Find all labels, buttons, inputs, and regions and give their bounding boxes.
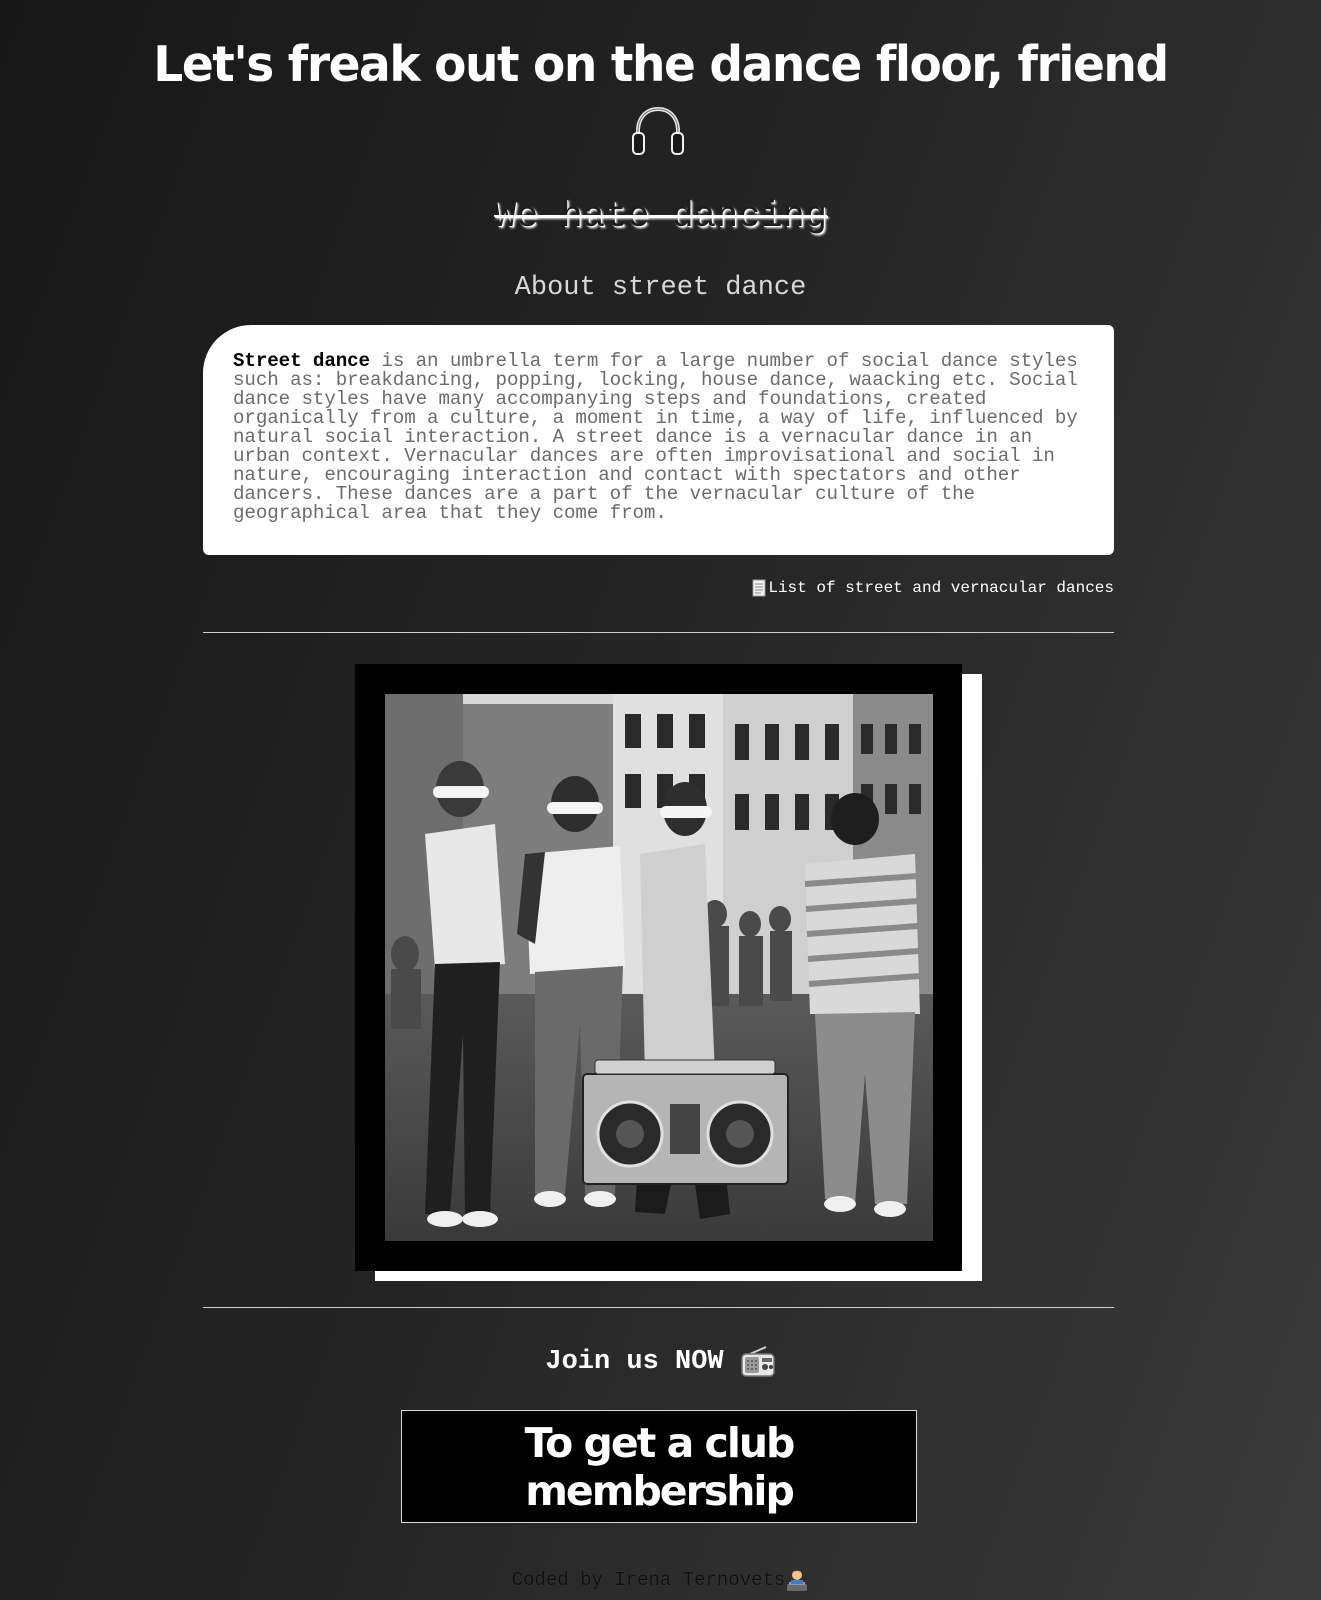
radio-icon bbox=[740, 1346, 775, 1377]
headphones-icon bbox=[632, 106, 684, 155]
list-link-label: List of street and vernacular dances bbox=[768, 579, 1114, 597]
photo-frame bbox=[355, 664, 962, 1271]
list-of-dances-link[interactable]: List of street and vernacular dances bbox=[752, 578, 1114, 598]
footer-credit: Coded by Irena Ternovets bbox=[511, 1569, 786, 1591]
footer: Coded by Irena Ternovets bbox=[0, 1566, 1321, 1594]
struck-tagline: We hate dancing bbox=[493, 196, 828, 238]
join-heading: Join us NOW bbox=[0, 1340, 1321, 1384]
page-icon bbox=[752, 579, 766, 597]
divider-bottom bbox=[203, 1307, 1114, 1308]
technologist-icon bbox=[787, 1569, 808, 1591]
divider-top bbox=[203, 632, 1114, 633]
join-heading-label: Join us NOW bbox=[545, 1347, 724, 1377]
club-membership-button[interactable]: To get a club membership bbox=[401, 1410, 917, 1523]
about-paragraph: Street dance is an umbrella term for a l… bbox=[233, 350, 1084, 524]
about-heading: About street dance bbox=[514, 273, 807, 303]
about-body: is an umbrella term for a large number o… bbox=[233, 350, 1078, 524]
street-dancers-photo bbox=[385, 694, 933, 1241]
page-title: Let's freak out on the dance floor, frie… bbox=[153, 36, 1169, 93]
about-card: Street dance is an umbrella term for a l… bbox=[203, 325, 1114, 555]
